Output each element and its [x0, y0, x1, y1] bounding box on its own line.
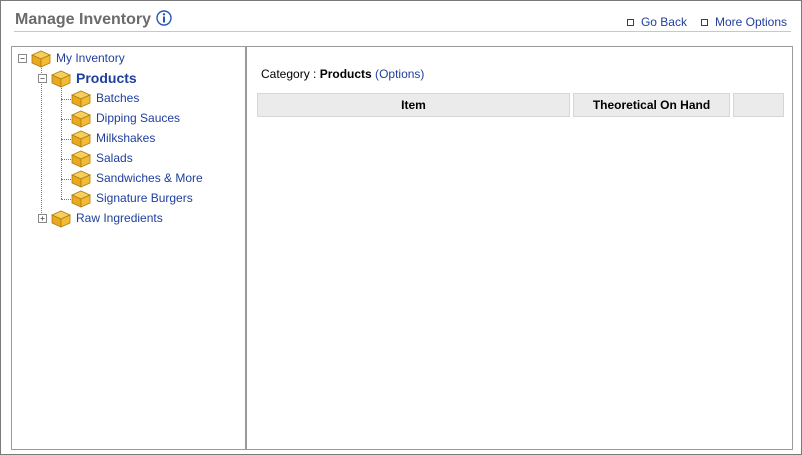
- collapse-toggle-icon[interactable]: −: [18, 54, 27, 63]
- tree-node-salads[interactable]: Salads: [70, 149, 133, 168]
- tree-label: Milkshakes: [96, 131, 156, 145]
- more-options-label: More Options: [714, 15, 787, 29]
- tree-node-sandwiches-and-more[interactable]: Sandwiches & More: [70, 169, 203, 188]
- tree-connector: [41, 66, 42, 219]
- tree-label-raw-ingredients: Raw Ingredients: [76, 211, 163, 225]
- category-label: Category :: [261, 67, 320, 81]
- page-header: Manage Inventory Go Back More Options: [14, 9, 791, 32]
- collapse-toggle-icon[interactable]: −: [38, 74, 47, 83]
- tree-node-products[interactable]: Products: [50, 69, 137, 88]
- folder-box-icon: [31, 50, 51, 68]
- go-back-link[interactable]: Go Back: [626, 15, 687, 29]
- category-value: Products: [319, 67, 372, 81]
- folder-box-icon: [71, 150, 91, 168]
- folder-box-icon: [51, 70, 71, 88]
- folder-box-icon: [71, 170, 91, 188]
- folder-box-icon: [71, 90, 91, 108]
- category-content-pane: Category : Products (Options) Item Theor…: [247, 46, 793, 450]
- square-bullet-icon: [700, 18, 708, 26]
- tree-connector: [61, 86, 62, 199]
- column-header-extra[interactable]: [733, 93, 784, 117]
- tree-node-milkshakes[interactable]: Milkshakes: [70, 129, 156, 148]
- column-header-theoretical-on-hand[interactable]: Theoretical On Hand: [573, 93, 730, 117]
- tree-label: Batches: [96, 91, 140, 105]
- tree-node-raw-ingredients[interactable]: Raw Ingredients: [50, 209, 163, 228]
- square-bullet-icon: [626, 18, 634, 26]
- tree-label: Dipping Sauces: [96, 111, 181, 125]
- go-back-label: Go Back: [640, 15, 687, 29]
- page-title: Manage Inventory: [15, 11, 152, 28]
- header-links: Go Back More Options: [626, 15, 787, 29]
- tree-node-signature-burgers[interactable]: Signature Burgers: [70, 189, 193, 208]
- tree-label-products: Products: [76, 70, 137, 86]
- options-open-paren: (: [371, 67, 380, 81]
- tree-label: Salads: [96, 151, 133, 165]
- column-header-label: Item: [401, 98, 426, 112]
- tree-label-my-inventory: My Inventory: [56, 51, 125, 65]
- expand-toggle-icon[interactable]: +: [38, 214, 47, 223]
- inventory-tree-pane[interactable]: − My Inventory − Products Batches Dippin…: [11, 46, 247, 450]
- manage-inventory-window: Manage Inventory Go Back More Options − …: [0, 0, 802, 455]
- tree-label: Signature Burgers: [96, 191, 193, 205]
- tree-node-my-inventory[interactable]: My Inventory: [30, 49, 125, 68]
- column-header-item[interactable]: Item: [257, 93, 570, 117]
- more-options-link[interactable]: More Options: [700, 15, 787, 29]
- folder-box-icon: [71, 110, 91, 128]
- column-header-label: Theoretical On Hand: [592, 98, 711, 112]
- tree-node-batches[interactable]: Batches: [70, 89, 140, 108]
- info-icon[interactable]: [156, 10, 172, 26]
- folder-box-icon: [71, 190, 91, 208]
- category-line: Category : Products (Options): [261, 67, 424, 81]
- folder-box-icon: [51, 210, 71, 228]
- tree-label: Sandwiches & More: [96, 171, 203, 185]
- folder-box-icon: [71, 130, 91, 148]
- tree-node-dipping-sauces[interactable]: Dipping Sauces: [70, 109, 181, 128]
- category-options-link[interactable]: Options: [379, 67, 420, 81]
- options-close-paren: ): [420, 67, 425, 81]
